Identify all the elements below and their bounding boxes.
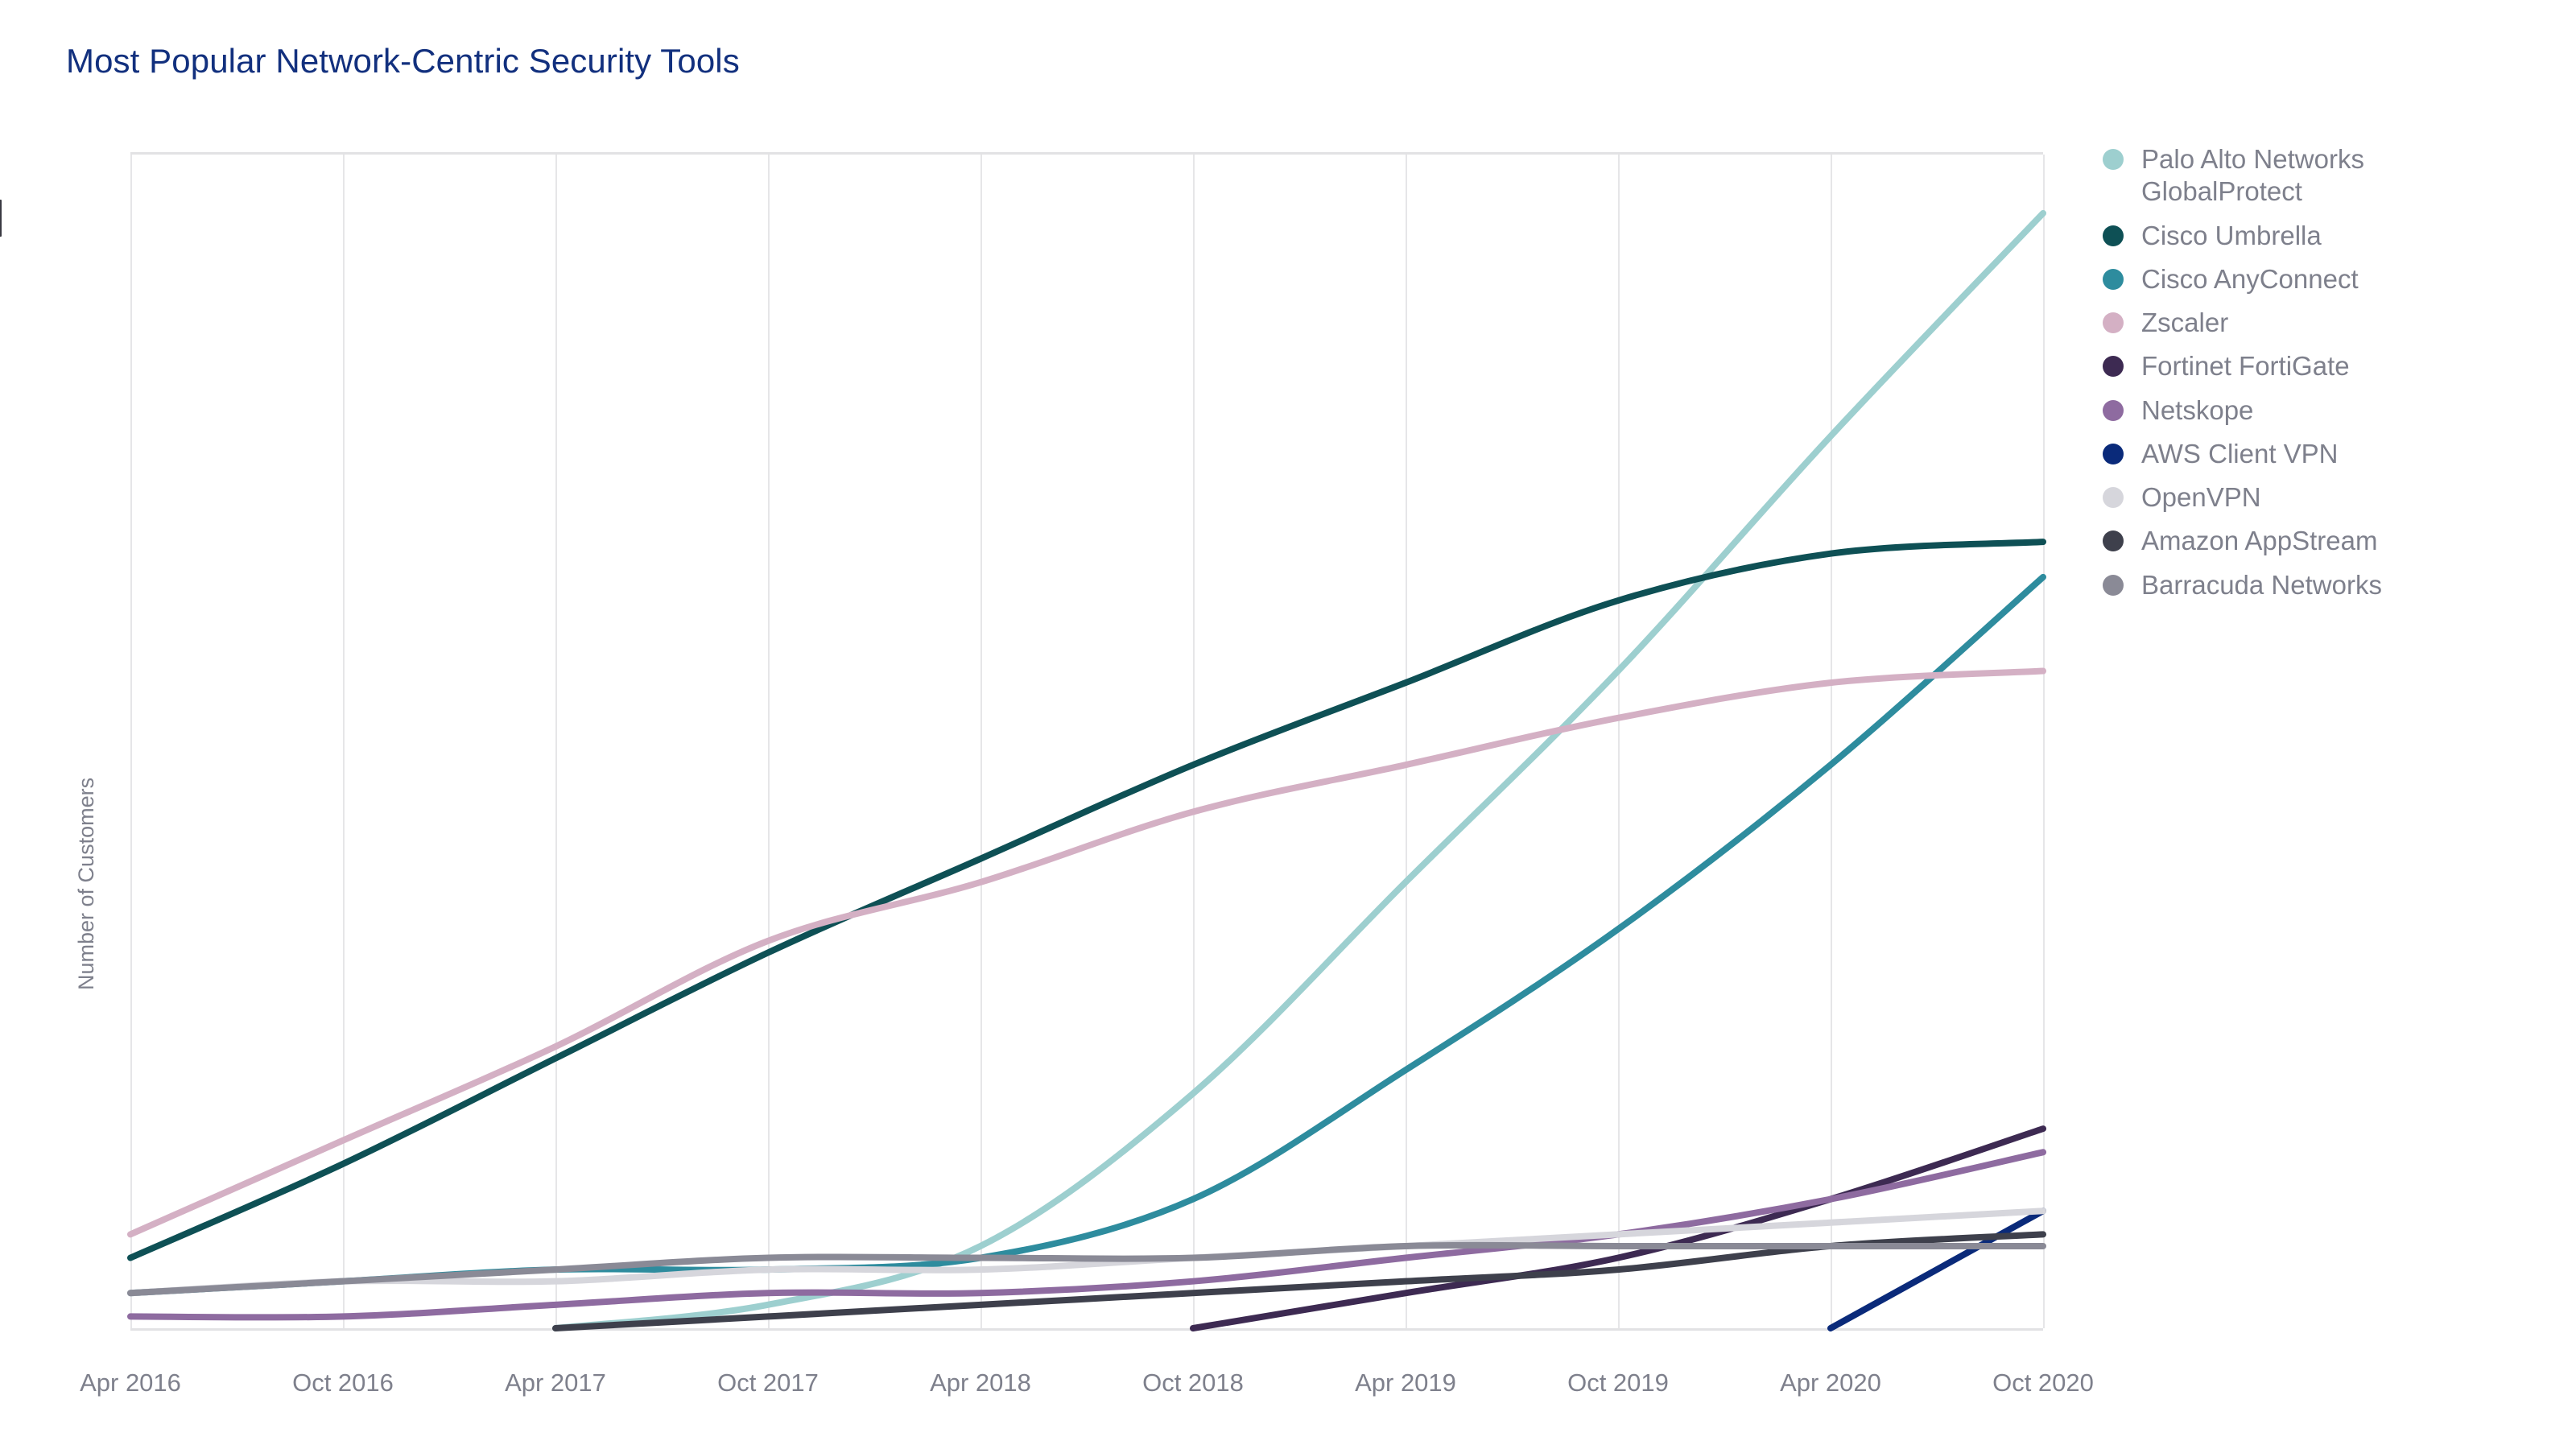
- x-axis-tick-label: Oct 2020: [1992, 1368, 2094, 1397]
- legend-item-label: Cisco Umbrella: [2141, 220, 2322, 250]
- line-chart-container: Most Popular Network-Centric Security To…: [0, 0, 2576, 1449]
- legend-item-label: Cisco AnyConnect: [2141, 263, 2359, 294]
- legend-swatch-dot-icon: [2103, 268, 2124, 290]
- legend-item-label: Amazon AppStream: [2141, 526, 2378, 556]
- legend-swatch-dot-icon: [2103, 574, 2124, 596]
- x-axis-tick-label: Oct 2017: [717, 1368, 819, 1397]
- x-axis-tick-labels: Apr 2016 Oct 2016 Apr 2017 Oct 2017 Apr 2018…: [80, 1368, 2094, 1409]
- legend-item[interactable]: AWS Client VPN: [2103, 438, 2553, 470]
- legend-swatch-dot-icon: [2103, 356, 2124, 378]
- chart-legend: Palo Alto Networks GlobalProtect Cisco Um…: [2103, 143, 2553, 613]
- x-axis-tick-label: Oct 2016: [292, 1368, 394, 1397]
- x-axis-tick-label: Apr 2016: [80, 1368, 181, 1397]
- legend-item-label: Fortinet FortiGate: [2141, 351, 2350, 382]
- legend-item-label: AWS Client VPN: [2141, 438, 2339, 469]
- legend-item-label: Netskope: [2141, 394, 2254, 425]
- legend-swatch-dot-icon: [2103, 149, 2124, 170]
- series-line: [130, 577, 2043, 1293]
- legend-item[interactable]: Barracuda Networks: [2103, 569, 2553, 601]
- y-axis-tick-label-clipped: [0, 200, 2, 237]
- x-axis-tick-label: Apr 2020: [1780, 1368, 1881, 1397]
- legend-item-label: Palo Alto Networks GlobalProtect: [2141, 144, 2364, 207]
- legend-swatch-dot-icon: [2103, 312, 2124, 333]
- series-line: [1193, 1129, 2043, 1328]
- legend-item[interactable]: Zscaler: [2103, 307, 2553, 339]
- legend-swatch-dot-icon: [2103, 530, 2124, 552]
- legend-item[interactable]: Palo Alto Networks GlobalProtect: [2103, 143, 2553, 208]
- x-axis-tick-label: Apr 2017: [505, 1368, 606, 1397]
- legend-item-label: OpenVPN: [2141, 482, 2261, 512]
- x-axis-tick-label: Oct 2018: [1142, 1368, 1244, 1397]
- y-axis-title: Number of Customers: [74, 777, 98, 990]
- legend-item-label: Zscaler: [2141, 308, 2229, 337]
- plot-area: [130, 152, 2043, 1331]
- x-axis-tick-label: Apr 2019: [1355, 1368, 1456, 1397]
- x-axis-tick-label: Oct 2019: [1567, 1368, 1669, 1397]
- legend-swatch-dot-icon: [2103, 443, 2124, 464]
- legend-item[interactable]: Cisco Umbrella: [2103, 220, 2553, 252]
- legend-item[interactable]: Amazon AppStream: [2103, 525, 2553, 557]
- x-axis-tick-label: Apr 2018: [930, 1368, 1031, 1397]
- legend-swatch-dot-icon: [2103, 487, 2124, 508]
- series-line: [1831, 1211, 2043, 1328]
- legend-item[interactable]: OpenVPN: [2103, 481, 2553, 514]
- series-line: [130, 542, 2043, 1257]
- legend-item[interactable]: Cisco AnyConnect: [2103, 263, 2553, 295]
- series-lines: [130, 155, 2043, 1328]
- series-line: [130, 671, 2043, 1235]
- legend-item-label: Barracuda Networks: [2141, 569, 2382, 600]
- page-title: Most Popular Network-Centric Security To…: [66, 42, 740, 80]
- legend-swatch-dot-icon: [2103, 225, 2124, 246]
- legend-swatch-dot-icon: [2103, 399, 2124, 421]
- legend-item[interactable]: Netskope: [2103, 394, 2553, 427]
- legend-item[interactable]: Fortinet FortiGate: [2103, 350, 2553, 382]
